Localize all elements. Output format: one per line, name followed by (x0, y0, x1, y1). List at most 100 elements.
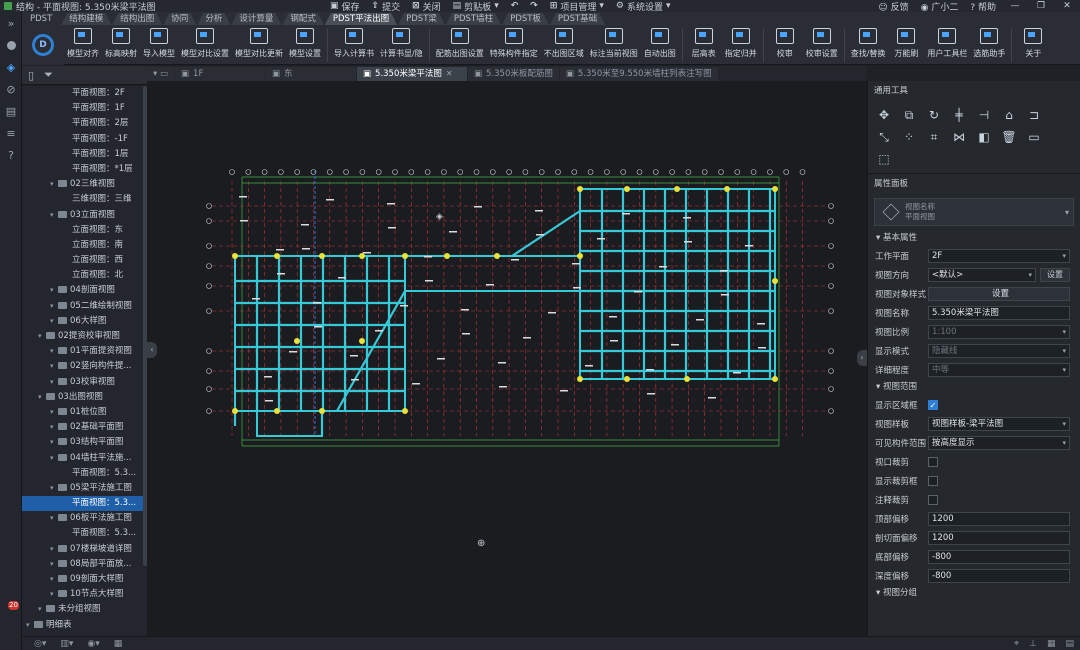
expand-caret-icon[interactable]: ▾ (50, 314, 58, 329)
drawing-canvas[interactable]: ◈ ⊕ (147, 81, 867, 636)
ribbon-button[interactable]: 查找/替换 (848, 28, 889, 59)
tree-item[interactable]: 立面视图：北 (22, 268, 147, 283)
close-doc-button[interactable]: ⊠ 关闭 (412, 0, 441, 13)
tree-item[interactable]: 平面视图：1层 (22, 147, 147, 162)
property-select[interactable]: 视图样板-梁平法图 ▾ (928, 416, 1070, 431)
ribbon-button[interactable]: 选筋助手 (970, 28, 1008, 59)
tree-item[interactable]: ▾ 03立面视图 (22, 208, 147, 223)
property-input[interactable]: -800 (928, 568, 1070, 583)
document-tab[interactable]: ▣ 5.350米板配筋图 (468, 66, 559, 81)
save-button[interactable]: ▣ 保存 (330, 0, 360, 13)
ribbon-tab[interactable]: 结构出图 (112, 13, 162, 25)
tree-item[interactable]: ▾ 07楼梯坡道详图 (22, 542, 147, 557)
user-menu[interactable]: ◉ 广小二 (921, 0, 959, 13)
view-group-section[interactable]: ▾ 视图分组 (868, 585, 1080, 601)
view-type-selector[interactable]: 视图名称 平面视图 ▾ (874, 198, 1074, 226)
layer-toggle-icon[interactable]: ▤ (1065, 639, 1074, 649)
tree-item[interactable]: 立面视图：西 (22, 253, 147, 268)
expand-caret-icon[interactable]: ▾ (50, 572, 58, 587)
ribbon-tab[interactable]: 钢配式 (282, 13, 324, 25)
redo-button[interactable]: ↷ (530, 1, 538, 11)
expand-caret-icon[interactable]: ▾ (50, 542, 58, 557)
expand-caret-icon[interactable]: ▾ (50, 511, 58, 526)
expand-caret-icon[interactable]: ▾ (50, 299, 58, 314)
expand-caret-icon[interactable]: ▾ (50, 344, 58, 359)
property-input[interactable]: 5.350米梁平法图 (928, 305, 1070, 320)
ribbon-button[interactable]: 不出图区域 (541, 28, 587, 59)
expand-caret-icon[interactable]: ▾ (50, 177, 58, 192)
property-checkbox[interactable]: ✓ (928, 399, 938, 410)
ribbon-tab[interactable]: PDST基础 (550, 13, 605, 25)
document-tab[interactable]: ▣ 东 (266, 66, 356, 81)
tree-item[interactable]: ▾ 02基础平面图 (22, 420, 147, 435)
expand-caret-icon[interactable]: ▾ (50, 359, 58, 374)
document-tab[interactable]: ▣ 5.350米至9.550米墙柱列表注写图 (559, 66, 718, 81)
tree-item[interactable]: 平面视图：-1F (22, 132, 147, 147)
ribbon-button[interactable]: 配筋出图设置 (433, 28, 487, 59)
property-button[interactable]: 设置 (928, 286, 1070, 301)
ribbon-tab[interactable]: 分析 (197, 13, 230, 25)
property-set-button[interactable]: 设置 (1040, 267, 1070, 282)
tree-item[interactable]: ▾ 06板平法施工图 (22, 511, 147, 526)
split-icon[interactable]: ⌗ (926, 129, 942, 145)
tree-item[interactable]: 平面视图：5.3... (22, 526, 147, 541)
tree-item[interactable]: 平面视图：1F (22, 101, 147, 116)
snap-icon[interactable]: ⌖ (1014, 639, 1019, 649)
expand-caret-icon[interactable]: ▾ (38, 390, 46, 405)
document-nav-icon[interactable]: ▤ (0, 100, 22, 122)
project-manage-button[interactable]: ⊞ 项目管理 ▾ (550, 0, 604, 13)
tree-item[interactable]: 平面视图：5.3... (22, 466, 147, 481)
move-icon[interactable]: ✥ (876, 107, 892, 123)
array-icon[interactable]: ⁘ (901, 129, 917, 145)
expand-caret-icon[interactable]: ▾ (50, 208, 58, 223)
ribbon-tab[interactable]: PDST墙柱 (446, 13, 501, 25)
property-select[interactable]: 隐藏线 ▾ (928, 343, 1070, 358)
ribbon-button[interactable]: 标注当前视图 (587, 28, 641, 59)
link-nav-icon[interactable]: ⊘ (0, 78, 22, 100)
home-nav-icon[interactable] (0, 34, 22, 56)
property-select[interactable]: 1:100 ▾ (928, 324, 1070, 339)
ribbon-tab[interactable]: 结构建模 (61, 13, 111, 25)
property-checkbox[interactable] (928, 456, 938, 467)
cube-nav-icon[interactable]: ◈ (0, 56, 22, 78)
expand-caret-icon[interactable]: ▾ (50, 405, 58, 420)
commit-button[interactable]: ⇪ 提交 (372, 0, 401, 13)
ribbon-button[interactable]: 校审 (767, 28, 803, 59)
tree-item[interactable]: ▾ 06大样图 (22, 314, 147, 329)
undo-button[interactable]: ↶ (511, 1, 519, 11)
tree-item[interactable]: ▾ 04剖面视图 (22, 283, 147, 298)
status-view-icon[interactable]: ◎▾ (34, 639, 46, 649)
ribbon-button[interactable]: 模型设置 (286, 28, 324, 59)
status-settings-icon[interactable]: ▦ (114, 639, 123, 649)
pin-icon[interactable]: ⌂ (1001, 107, 1017, 123)
status-visibility-icon[interactable]: ◉▾ (87, 639, 99, 649)
trim-icon[interactable]: ◧ (976, 129, 992, 145)
status-layer-icon[interactable]: ▥▾ (60, 639, 73, 649)
tree-item[interactable]: 三维视图：三维 (22, 192, 147, 207)
basic-props-section[interactable]: ▾ 基本属性 (868, 230, 1080, 246)
mirror-icon[interactable]: ⋈ (951, 129, 967, 145)
grid-toggle-icon[interactable]: ▦ (1047, 639, 1056, 649)
tab-list-menu[interactable]: ▾ ▭ (147, 66, 174, 81)
close-tab-icon[interactable]: ✕ (446, 67, 453, 81)
close-window-button[interactable]: ✕ (1060, 1, 1074, 11)
expand-caret-icon[interactable]: ▾ (50, 557, 58, 572)
ribbon-button[interactable]: 层高表 (686, 28, 722, 59)
tree-item[interactable]: ▾ 03出图视图 (22, 390, 147, 405)
tree-item[interactable]: ▾ 08局部平面放... (22, 557, 147, 572)
tree-item[interactable]: 平面视图：*1层 (22, 162, 147, 177)
ribbon-button[interactable]: 关于 (1015, 28, 1051, 59)
property-checkbox[interactable] (928, 494, 938, 505)
ribbon-button[interactable]: 标高映射 (102, 28, 140, 59)
ribbon-tab[interactable]: PDST梁 (398, 13, 445, 25)
feedback-button[interactable]: ☺ 反馈 (878, 0, 908, 13)
ribbon-button[interactable]: 特殊构件指定 (487, 28, 541, 59)
tree-item[interactable]: ▾ 02三维视图 (22, 177, 147, 192)
notification-badge[interactable]: 20 (8, 601, 19, 610)
tree-item[interactable]: 立面视图：东 (22, 223, 147, 238)
property-select[interactable]: <默认> ▾ (928, 267, 1036, 282)
beam-plan-drawing[interactable]: ◈⊕ (147, 81, 867, 636)
measure-icon[interactable]: ▭ (1026, 129, 1042, 145)
help-nav-icon[interactable]: ? (0, 144, 22, 166)
ribbon-button[interactable]: 指定归并 (722, 28, 760, 59)
